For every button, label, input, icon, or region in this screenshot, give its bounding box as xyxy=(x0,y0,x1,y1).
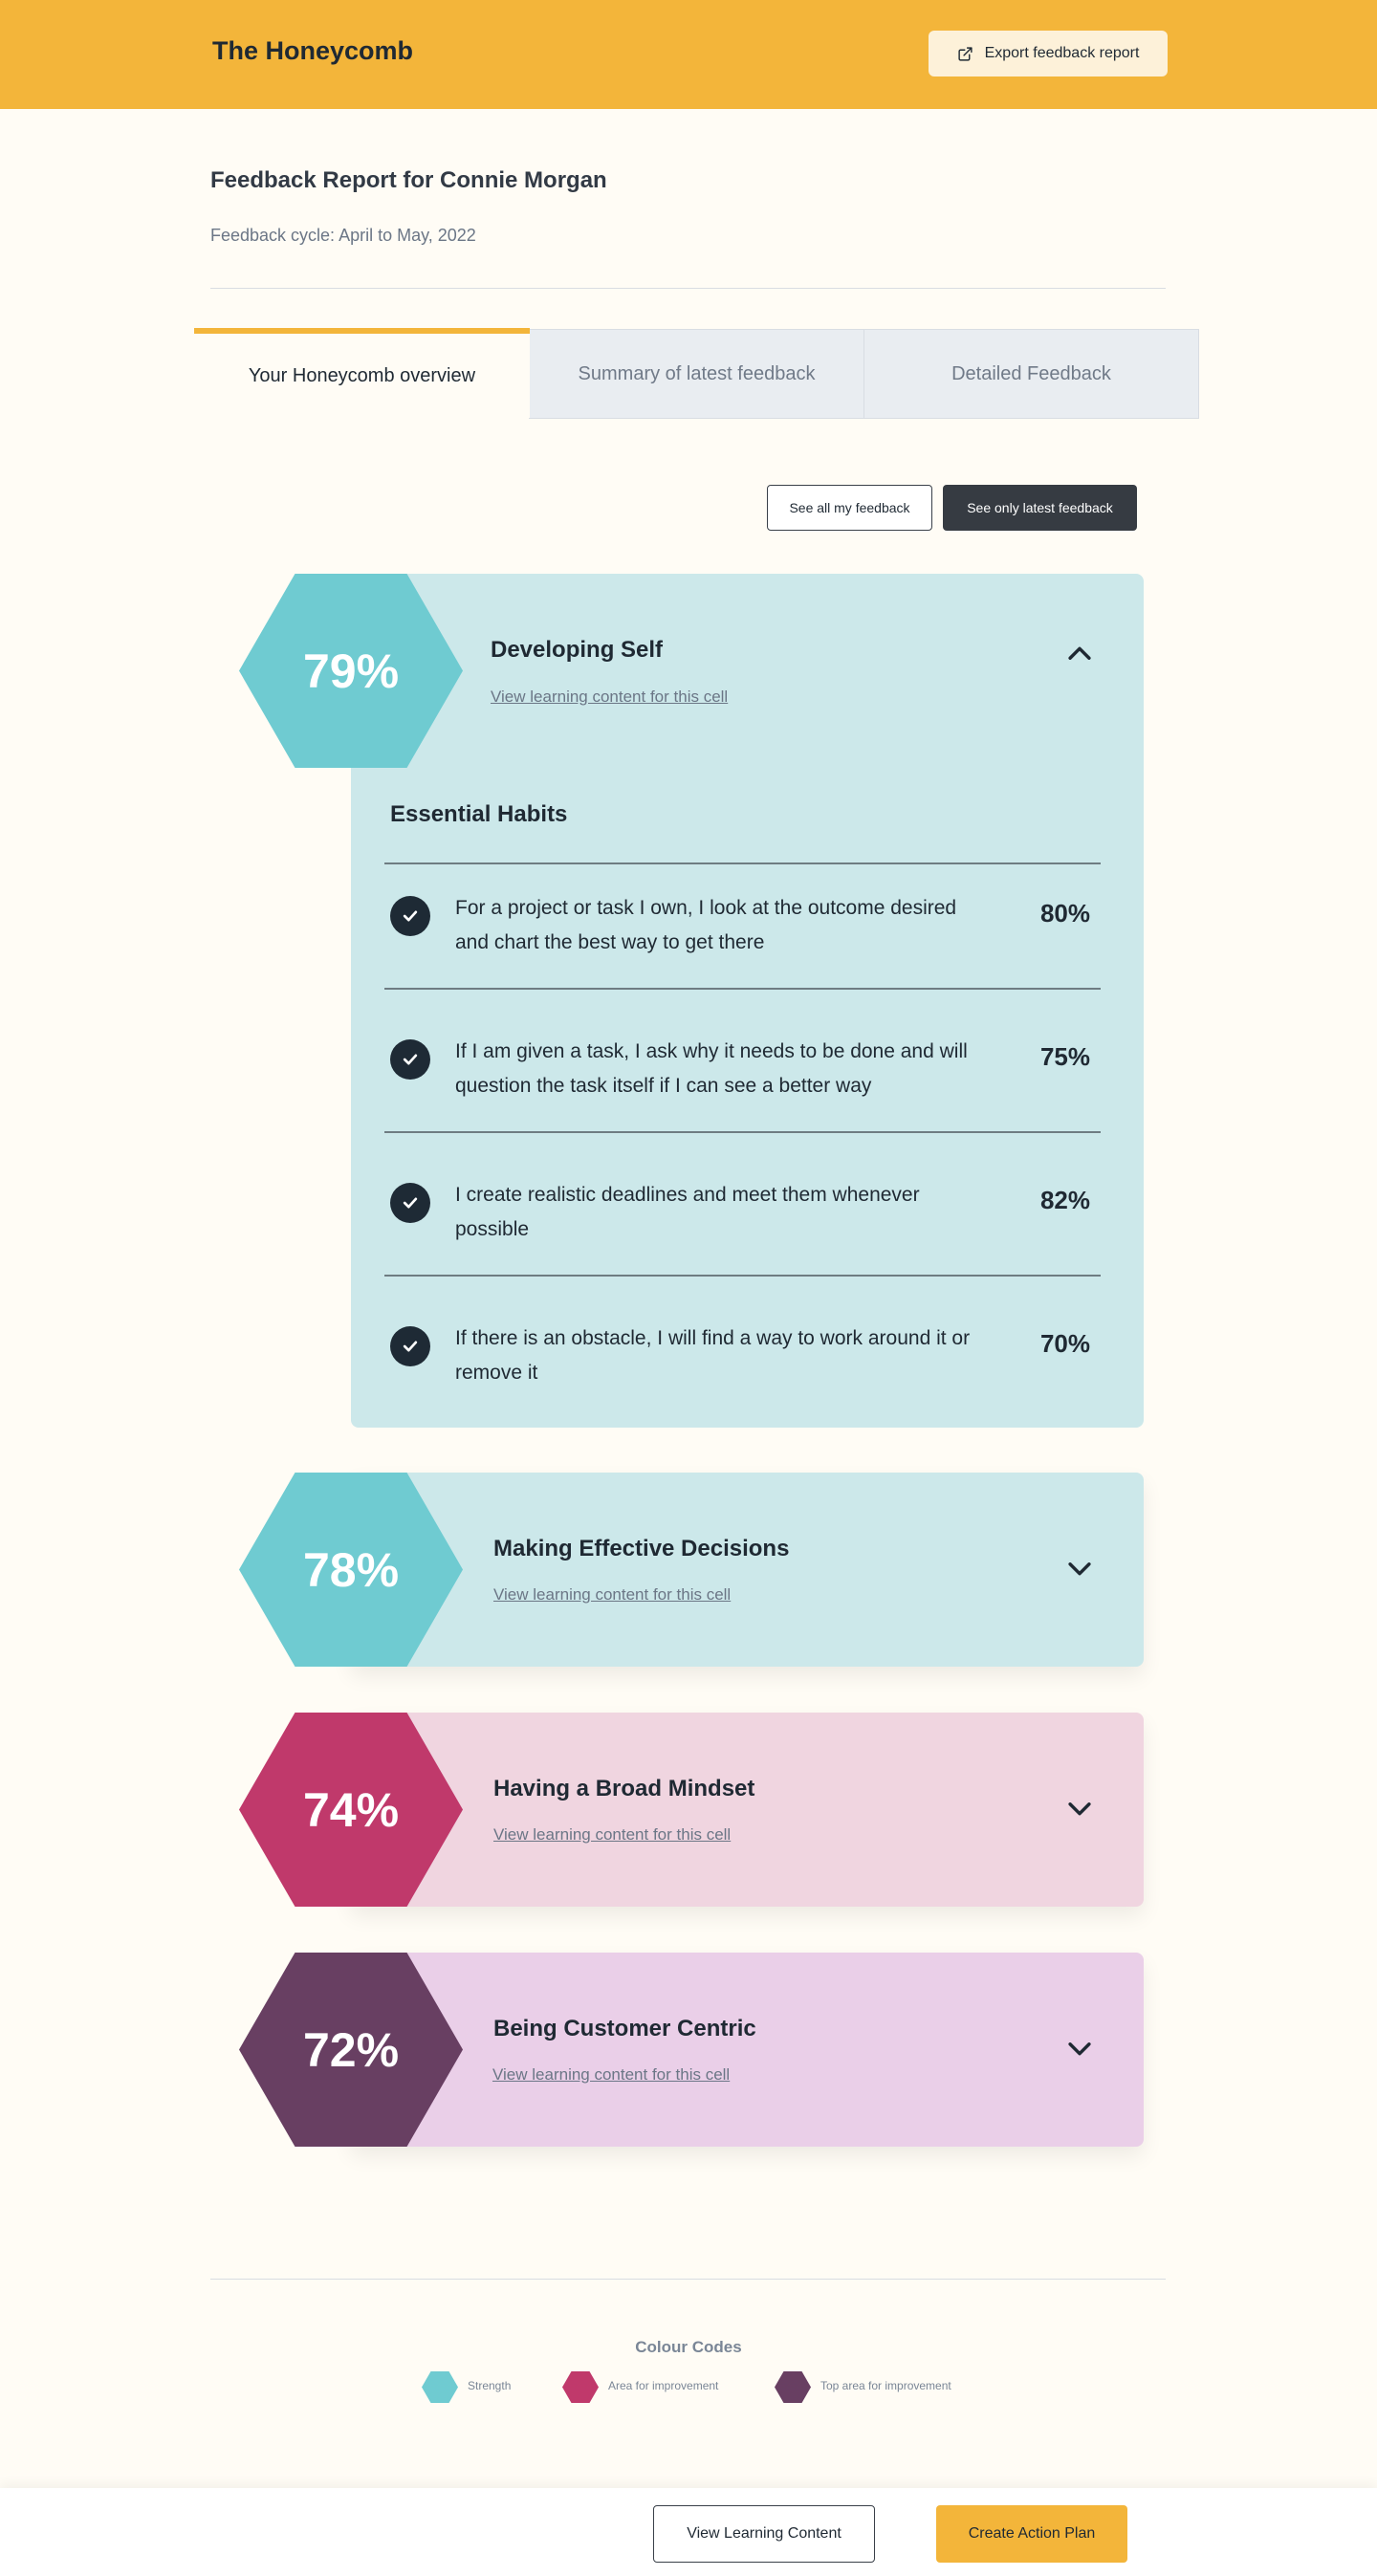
tab-detailed-label: Detailed Feedback xyxy=(951,362,1111,384)
section-title: Essential Habits xyxy=(390,801,568,827)
divider xyxy=(384,1275,1101,1277)
legend-label: Strength xyxy=(468,2379,512,2392)
chevron-up-icon[interactable] xyxy=(1063,638,1096,670)
cell-learning-link[interactable]: View learning content for this cell xyxy=(493,1825,731,1845)
check-icon xyxy=(390,1039,430,1080)
chevron-down-icon[interactable] xyxy=(1063,1792,1096,1824)
chevron-down-icon[interactable] xyxy=(1063,2032,1096,2064)
habit-percent: 82% xyxy=(1039,1186,1090,1214)
cell-card-developing-self xyxy=(350,574,1144,768)
cell-learning-link[interactable]: View learning content for this cell xyxy=(491,688,728,707)
habit-percent: 70% xyxy=(1039,1329,1090,1358)
divider xyxy=(210,2279,1166,2280)
tab-detailed[interactable]: Detailed Feedback xyxy=(863,329,1199,419)
divider xyxy=(384,862,1101,864)
cell-title: Having a Broad Mindset xyxy=(493,1776,755,1801)
chevron-down-icon[interactable] xyxy=(1063,1552,1096,1584)
view-learning-content-button[interactable]: View Learning Content xyxy=(653,2505,875,2563)
cell-title: Making Effective Decisions xyxy=(493,1536,790,1561)
improvement-hex-icon xyxy=(562,2371,599,2403)
export-feedback-button[interactable]: Export feedback report xyxy=(929,31,1168,76)
habit-text: For a project or task I own, I look at t… xyxy=(455,897,957,953)
tab-overview-label: Your Honeycomb overview xyxy=(248,364,476,386)
legend-title: Colour Codes xyxy=(635,2338,742,2356)
cell-card-being-customer-centric[interactable] xyxy=(350,1953,1144,2147)
cell-learning-link[interactable]: View learning content for this cell xyxy=(493,1585,731,1605)
top-bar xyxy=(0,0,1377,109)
external-link-icon xyxy=(957,46,973,61)
divider xyxy=(384,988,1101,990)
divider xyxy=(384,1131,1101,1133)
tab-summary[interactable]: Summary of latest feedback xyxy=(529,329,864,419)
feedback-cycle: Feedback cycle: April to May, 2022 xyxy=(210,226,476,245)
cell-card-making-effective-decisions[interactable] xyxy=(350,1473,1144,1667)
strength-hex-icon xyxy=(422,2371,458,2403)
legend-label: Top area for improvement xyxy=(820,2379,951,2392)
habit-text: If there is an obstacle, I will find a w… xyxy=(455,1327,971,1384)
check-icon xyxy=(390,1183,430,1223)
divider xyxy=(210,288,1166,289)
export-button-label: Export feedback report xyxy=(984,45,1140,61)
cell-title: Being Customer Centric xyxy=(493,2016,756,2041)
see-latest-feedback-button[interactable]: See only latest feedback xyxy=(943,485,1137,531)
cell-card-having-a-broad-mindset[interactable] xyxy=(350,1713,1144,1907)
cell-learning-link[interactable]: View learning content for this cell xyxy=(492,2065,730,2085)
habit-percent: 75% xyxy=(1039,1042,1090,1071)
page-title: Feedback Report for Connie Morgan xyxy=(210,167,607,193)
see-all-feedback-button[interactable]: See all my feedback xyxy=(767,485,932,531)
top-improvement-hex-icon xyxy=(775,2371,811,2403)
check-icon xyxy=(390,1326,430,1366)
brand-logo[interactable]: The Honeycomb xyxy=(212,36,413,66)
habit-percent: 80% xyxy=(1039,899,1090,928)
check-icon xyxy=(390,896,430,936)
habit-text: If I am given a task, I ask why it needs… xyxy=(455,1040,968,1097)
create-action-plan-button[interactable]: Create Action Plan xyxy=(936,2505,1127,2563)
habit-text: I create realistic deadlines and meet th… xyxy=(455,1184,920,1240)
cell-title: Developing Self xyxy=(491,637,664,663)
legend-label: Area for improvement xyxy=(608,2379,719,2392)
tab-summary-label: Summary of latest feedback xyxy=(578,362,816,384)
tab-overview[interactable]: Your Honeycomb overview xyxy=(194,328,530,418)
